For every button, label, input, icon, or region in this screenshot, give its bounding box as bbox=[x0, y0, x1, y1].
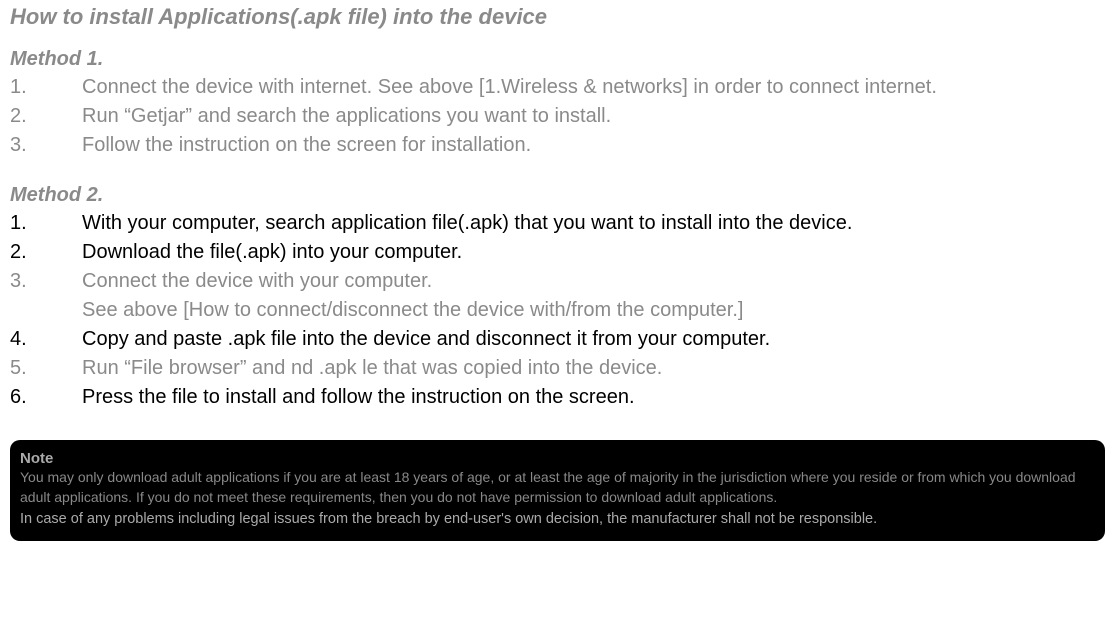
method-1-section: Method 1. 1. Connect the device with int… bbox=[10, 48, 1105, 160]
method-2-section: Method 2. 1. With your computer, search … bbox=[10, 184, 1105, 412]
item-text: Download the file(.apk) into your comput… bbox=[82, 238, 1105, 267]
item-text: Follow the instruction on the screen for… bbox=[82, 131, 1105, 160]
item-text: Run “Getjar” and search the applications… bbox=[82, 102, 1105, 131]
method-1-heading: Method 1. bbox=[10, 48, 1105, 71]
list-item: 2. Run “Getjar” and search the applicati… bbox=[10, 102, 1105, 131]
item-text: Connect the device with your computer. bbox=[82, 267, 1105, 296]
note-box: Note You may only download adult applica… bbox=[10, 440, 1105, 541]
item-number: 2. bbox=[10, 238, 82, 267]
list-item: 4. Copy and paste .apk file into the dev… bbox=[10, 325, 1105, 354]
page-title: How to install Applications(.apk file) i… bbox=[10, 4, 1105, 30]
item-number: 3. bbox=[10, 131, 82, 160]
note-body-2: In case of any problems including legal … bbox=[20, 509, 1095, 529]
method-2-heading: Method 2. bbox=[10, 184, 1105, 207]
item-number: 4. bbox=[10, 325, 82, 354]
item-number: 5. bbox=[10, 354, 82, 383]
list-item: 5. Run “File browser” and nd .apk le tha… bbox=[10, 354, 1105, 383]
note-title: Note bbox=[20, 450, 1095, 467]
item-number: 2. bbox=[10, 102, 82, 131]
item-text: Press the file to install and follow the… bbox=[82, 383, 1105, 412]
item-number: 6. bbox=[10, 383, 82, 412]
item-text: Copy and paste .apk file into the device… bbox=[82, 325, 1105, 354]
item-number: 3. bbox=[10, 267, 82, 296]
list-item: 2. Download the file(.apk) into your com… bbox=[10, 238, 1105, 267]
note-body-1: You may only download adult applications… bbox=[20, 468, 1095, 507]
item-number: 1. bbox=[10, 73, 82, 102]
list-item: 6. Press the file to install and follow … bbox=[10, 383, 1105, 412]
item-text: Connect the device with internet. See ab… bbox=[82, 73, 1105, 102]
item-number: 1. bbox=[10, 209, 82, 238]
item-text: Run “File browser” and nd .apk le that w… bbox=[82, 354, 1105, 383]
list-item: 1. Connect the device with internet. See… bbox=[10, 73, 1105, 102]
list-item: 3. Follow the instruction on the screen … bbox=[10, 131, 1105, 160]
list-item: 1. With your computer, search applicatio… bbox=[10, 209, 1105, 238]
item-subtext: See above [How to connect/disconnect the… bbox=[10, 296, 1105, 325]
item-text: With your computer, search application f… bbox=[82, 209, 1105, 238]
list-item: 3. Connect the device with your computer… bbox=[10, 267, 1105, 296]
